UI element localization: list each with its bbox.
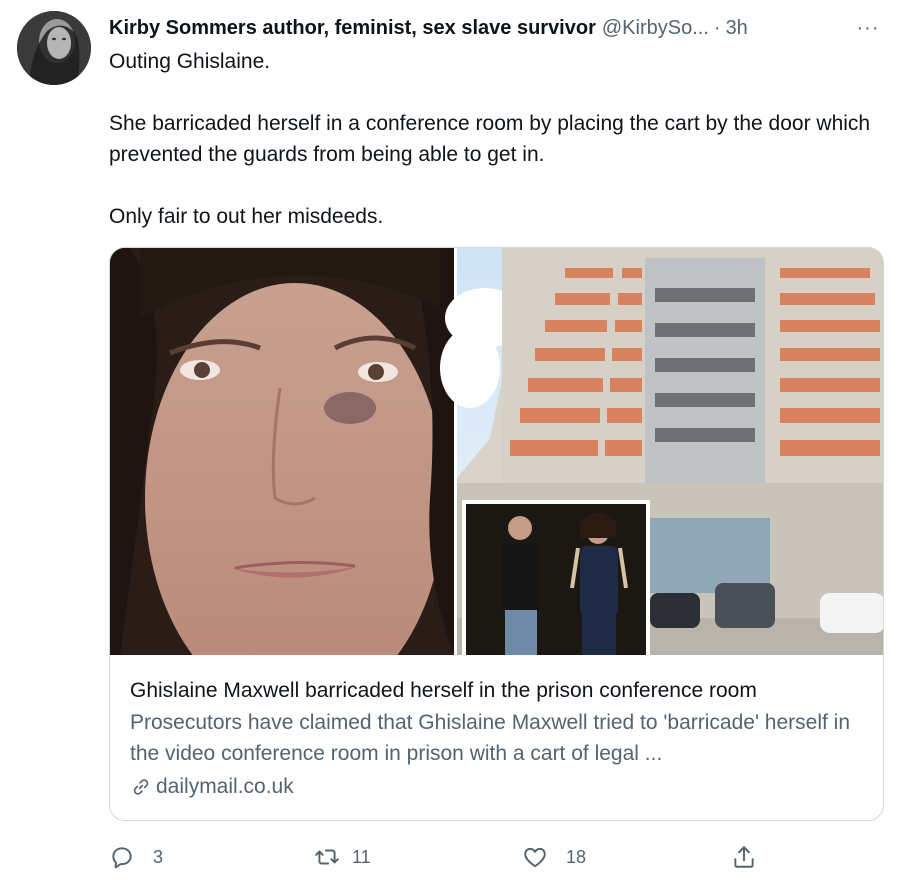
tweet-timestamp[interactable]: 3h	[726, 17, 748, 40]
like-count: 18	[566, 846, 587, 867]
tweet-header: Kirby Sommers author, feminist, sex slav…	[109, 14, 886, 42]
card-text: Ghislaine Maxwell barricaded herself in …	[130, 676, 863, 802]
card-domain-text: dailymail.co.uk	[156, 775, 294, 798]
avatar[interactable]	[17, 11, 91, 85]
separator-dot: ·	[713, 16, 721, 39]
author-handle[interactable]: @KirbySo...	[602, 17, 709, 40]
tweet-actions: 3 11 18	[109, 840, 769, 874]
tweet-text: Outing Ghislaine. She barricaded herself…	[109, 46, 889, 232]
share-button[interactable]	[731, 840, 757, 874]
tweet-text-line: She barricaded herself in a conference r…	[109, 112, 871, 166]
tweet-text-line: Outing Ghislaine.	[109, 50, 271, 73]
retweet-icon	[314, 844, 340, 870]
author-name[interactable]: Kirby Sommers author, feminist, sex slav…	[109, 17, 596, 40]
heart-icon	[522, 844, 548, 870]
retweet-button[interactable]: 11	[314, 840, 371, 874]
card-domain: dailymail.co.uk	[130, 772, 863, 802]
card-image	[110, 248, 883, 655]
share-icon	[731, 844, 757, 870]
like-button[interactable]: 18	[522, 840, 586, 874]
reply-count: 3	[153, 846, 164, 867]
card-title: Ghislaine Maxwell barricaded herself in …	[130, 679, 757, 702]
avatar-image	[17, 11, 91, 85]
reply-button[interactable]: 3	[109, 840, 163, 874]
reply-icon	[109, 844, 135, 870]
card-description: Prosecutors have claimed that Ghislaine …	[130, 711, 851, 765]
retweet-count: 11	[352, 846, 371, 867]
link-card[interactable]: Ghislaine Maxwell barricaded herself in …	[109, 247, 884, 821]
tweet-text-line: Only fair to out her misdeeds.	[109, 205, 384, 228]
link-icon	[130, 776, 152, 798]
more-icon[interactable]: ···	[854, 14, 882, 42]
